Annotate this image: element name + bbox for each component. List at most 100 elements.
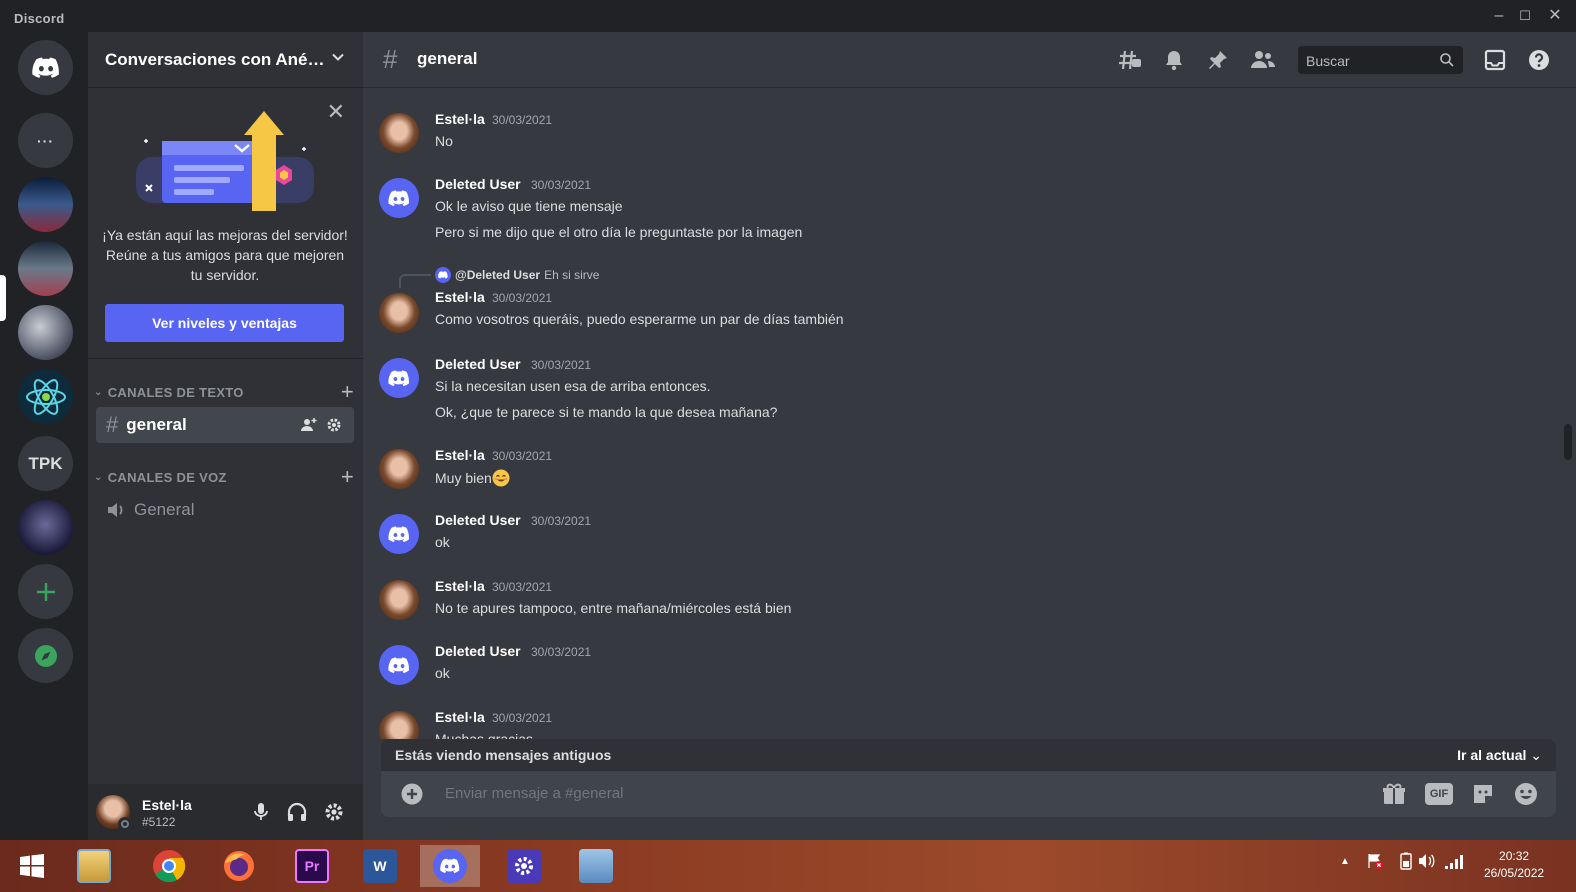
avatar[interactable] [379, 645, 419, 685]
create-text-channel-button[interactable]: + [341, 379, 354, 405]
upload-plus-icon[interactable] [401, 783, 423, 805]
jump-to-present-button[interactable]: Ir al actual ⌄ [1457, 747, 1542, 764]
network-signal-icon[interactable] [1444, 852, 1464, 870]
message-author[interactable]: Deleted User [435, 643, 521, 659]
voice-channel-general[interactable]: General [96, 492, 354, 528]
message-timestamp: 30/03/2021 [492, 113, 553, 127]
maximize-button[interactable]: ☐ [1514, 6, 1536, 26]
message-text-content: Muy bien [435, 470, 492, 486]
taskbar-chrome[interactable] [139, 845, 199, 887]
taskbar-settings[interactable] [494, 845, 554, 887]
headphones-icon[interactable] [286, 802, 308, 822]
message-text: Ok, ¿que te parece si te mando la que de… [435, 404, 778, 420]
add-server-button[interactable] [18, 564, 73, 619]
message-scrollbar[interactable] [1560, 89, 1576, 739]
chevron-down-icon: ⌄ [1530, 747, 1542, 763]
taskbar-premiere[interactable]: Pr [282, 845, 342, 887]
message-composer[interactable]: Enviar mensaje a #general GIF [381, 771, 1556, 817]
home-button[interactable] [18, 40, 73, 95]
message-author[interactable]: Estel·la [435, 289, 485, 305]
guild-icon-3[interactable] [18, 305, 73, 360]
discord-logo-icon [388, 189, 409, 206]
avatar[interactable] [379, 580, 419, 620]
hashtag-icon: # [106, 412, 119, 437]
boost-promo-card: ✕ ¡Ya están aquí las mejoras del servido… [88, 89, 363, 359]
guild-tpk[interactable]: TPK [18, 436, 73, 491]
voice-channels-category[interactable]: ⌄ CANALES DE VOZ + [94, 464, 356, 490]
discord-logo-icon [388, 525, 409, 542]
invite-people-icon[interactable] [300, 417, 318, 433]
server-boost-illustration [136, 111, 314, 211]
avatar[interactable] [379, 358, 419, 398]
channel-title: general [417, 49, 478, 68]
scrollbar-thumb[interactable] [1564, 424, 1572, 460]
gear-icon[interactable] [326, 417, 342, 433]
avatar[interactable] [379, 178, 419, 218]
create-voice-channel-button[interactable]: + [341, 464, 354, 490]
system-clock[interactable]: 20:32 26/05/2022 [1484, 848, 1544, 882]
action-center-flag-icon[interactable] [1366, 852, 1384, 870]
taskbar-calculator[interactable] [566, 845, 626, 887]
guild-icon-2[interactable] [18, 241, 73, 296]
explore-servers-button[interactable] [18, 628, 73, 683]
gif-button[interactable]: GIF [1425, 783, 1453, 805]
collapse-arrow-icon: ⌄ [94, 471, 103, 483]
guild-icon-4[interactable] [18, 500, 73, 555]
close-promo-button[interactable]: ✕ [327, 101, 345, 123]
gift-icon[interactable] [1382, 782, 1406, 806]
text-channels-category[interactable]: ⌄ CANALES DE TEXTO + [94, 379, 356, 405]
taskbar-file-explorer[interactable] [64, 845, 124, 887]
see-boost-levels-button[interactable]: Ver niveles y ventajas [105, 304, 344, 342]
window-titlebar: Discord – ☐ ✕ [0, 0, 1576, 32]
help-icon[interactable] [1528, 49, 1550, 71]
taskbar-discord[interactable] [420, 845, 480, 887]
avatar[interactable] [379, 711, 419, 739]
reply-author: @Deleted User [455, 268, 541, 282]
boost-promo-text: ¡Ya están aquí las mejoras del servidor!… [102, 227, 348, 283]
message-author[interactable]: Deleted User [435, 512, 521, 528]
reply-reference[interactable]: @Deleted User Eh si sirve [399, 267, 599, 288]
avatar[interactable] [379, 293, 419, 333]
message-author[interactable]: Estel·la [435, 709, 485, 725]
microphone-icon[interactable] [253, 802, 269, 822]
sticker-icon[interactable] [1471, 782, 1495, 806]
channel-general[interactable]: # general [96, 407, 354, 443]
avatar[interactable] [379, 514, 419, 554]
discord-taskbar-icon [433, 849, 467, 883]
avatar[interactable] [379, 113, 419, 153]
reply-avatar [435, 267, 451, 283]
taskbar-firefox[interactable] [209, 845, 269, 887]
start-button[interactable] [2, 845, 62, 887]
member-list-icon[interactable] [1250, 49, 1276, 71]
taskbar-word[interactable]: W [350, 845, 410, 887]
volume-icon[interactable] [1418, 852, 1436, 870]
server-name: Conversaciones con Ané… [105, 49, 325, 69]
guild-icon-1[interactable] [18, 177, 73, 232]
message-author[interactable]: Estel·la [435, 447, 485, 463]
selected-guild-indicator [0, 275, 6, 321]
inbox-icon[interactable] [1484, 49, 1506, 71]
user-discriminator: #5122 [142, 815, 176, 829]
pin-icon[interactable] [1207, 49, 1229, 71]
message-timestamp: 30/03/2021 [531, 358, 592, 372]
folder-icon [77, 849, 111, 883]
server-header[interactable]: Conversaciones con Ané… [88, 32, 363, 88]
message-input-placeholder[interactable]: Enviar mensaje a #general [445, 785, 623, 802]
search-input[interactable]: Buscar [1298, 46, 1463, 74]
threads-icon[interactable] [1118, 49, 1142, 71]
message-author[interactable]: Deleted User [435, 356, 521, 372]
guild-icon-atom[interactable] [18, 369, 73, 424]
show-hidden-icons-button[interactable]: ▲ [1340, 856, 1350, 867]
close-window-button[interactable]: ✕ [1544, 6, 1566, 26]
guild-dm-more[interactable]: ··· [18, 113, 73, 168]
avatar[interactable] [379, 449, 419, 489]
message-author[interactable]: Deleted User [435, 176, 521, 192]
minimize-button[interactable]: – [1488, 6, 1510, 26]
user-settings-gear-icon[interactable] [324, 802, 344, 822]
message-author[interactable]: Estel·la [435, 578, 485, 594]
message-text: No te apures tampoco, entre mañana/miérc… [435, 600, 792, 616]
battery-icon[interactable] [1400, 852, 1412, 870]
notification-bell-icon[interactable] [1164, 49, 1184, 71]
emoji-icon[interactable] [1514, 782, 1538, 806]
message-author[interactable]: Estel·la [435, 111, 485, 127]
